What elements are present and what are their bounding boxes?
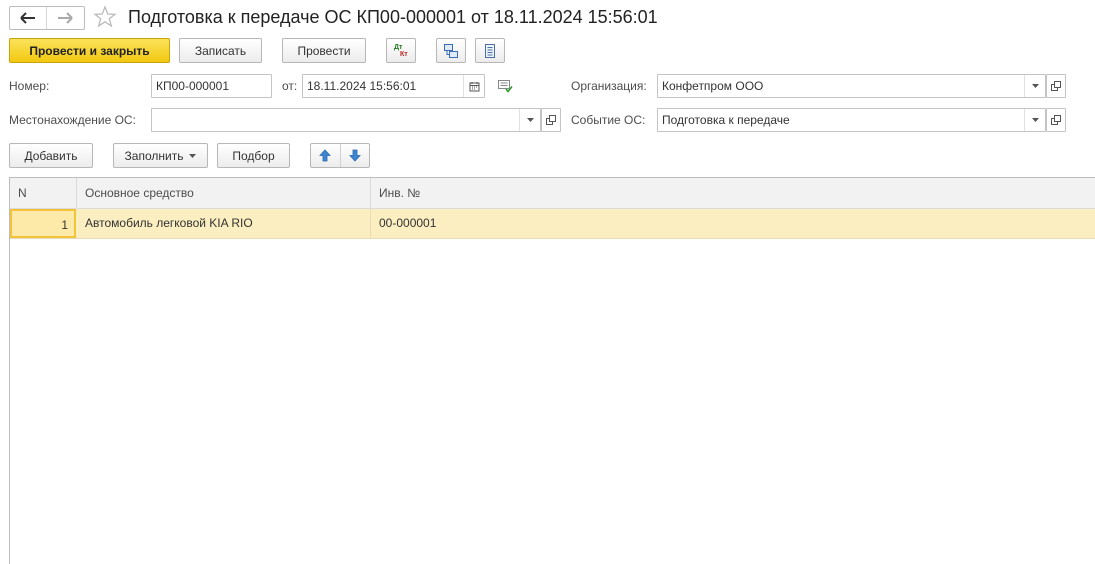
assets-table[interactable]: N Основное средство Инв. № 1 Автомобиль … [9,177,1095,564]
location-label: Местонахождение ОС: [9,113,136,127]
cell-asset[interactable]: Автомобиль легковой KIA RIO [77,209,371,238]
cell-inv[interactable]: 00-000001 [371,209,1095,238]
page-title: Подготовка к передаче ОС КП00-000001 от … [128,7,658,27]
save-button[interactable]: Записать [179,38,262,63]
dt-kt-button[interactable]: Дт Кт [386,38,416,63]
cell-n[interactable]: 1 [10,209,76,238]
open-icon [1051,115,1061,125]
calendar-icon [469,81,479,91]
move-up-button[interactable] [311,144,341,167]
forward-button[interactable] [46,7,83,29]
organization-field[interactable] [657,74,1046,98]
move-down-button[interactable] [341,144,370,167]
column-header-asset[interactable]: Основное средство [77,178,371,208]
chevron-down-icon [1031,84,1039,88]
date-label: от: [282,79,298,93]
structure-button[interactable] [436,38,466,63]
calendar-button[interactable] [463,75,484,97]
dt-label: Дт [394,43,403,51]
open-icon [546,115,556,125]
post-button[interactable]: Провести [282,38,366,63]
dt-kt-icon: Дт Кт [393,43,409,59]
date-field[interactable] [302,74,485,98]
column-header-n[interactable]: N [10,178,77,208]
comment-icon[interactable] [497,79,513,96]
favorite-star-icon[interactable] [93,5,117,32]
chevron-down-icon [189,153,197,158]
organization-dropdown-button[interactable] [1024,75,1045,97]
chevron-down-icon [526,118,534,122]
add-button[interactable]: Добавить [9,143,93,168]
date-input[interactable] [307,79,462,93]
event-label: Событие ОС: [571,113,646,127]
fill-button-label: Заполнить [124,148,184,163]
arrow-left-icon [20,12,35,24]
arrow-up-icon [319,149,332,162]
list-button[interactable] [475,38,505,63]
location-dropdown-button[interactable] [519,109,540,131]
column-header-inv[interactable]: Инв. № [371,178,1095,208]
arrow-down-icon [348,149,361,162]
open-icon [1051,81,1061,91]
history-nav [9,6,85,30]
arrow-right-icon [58,12,73,24]
move-buttons [310,143,370,168]
organization-label: Организация: [571,79,647,93]
location-input[interactable] [156,113,516,127]
event-input[interactable] [662,113,1022,127]
number-field[interactable] [151,74,272,98]
number-input[interactable] [156,79,271,93]
chevron-down-icon [1031,118,1039,122]
post-and-close-button[interactable]: Провести и закрыть [9,38,170,63]
document-structure-icon [444,43,458,58]
location-field[interactable] [151,108,541,132]
fill-button[interactable]: Заполнить [113,143,208,168]
table-row[interactable]: 1 Автомобиль легковой KIA RIO 00-000001 [10,209,1095,239]
kt-label: Кт [400,50,408,58]
number-label: Номер: [9,79,50,93]
table-header: N Основное средство Инв. № [10,178,1095,209]
event-dropdown-button[interactable] [1024,109,1045,131]
organization-open-button[interactable] [1046,74,1066,98]
organization-input[interactable] [662,79,1022,93]
event-field[interactable] [657,108,1046,132]
list-icon [485,43,495,58]
event-open-button[interactable] [1046,108,1066,132]
back-button[interactable] [10,7,46,29]
location-open-button[interactable] [541,108,561,132]
select-button[interactable]: Подбор [217,143,290,168]
